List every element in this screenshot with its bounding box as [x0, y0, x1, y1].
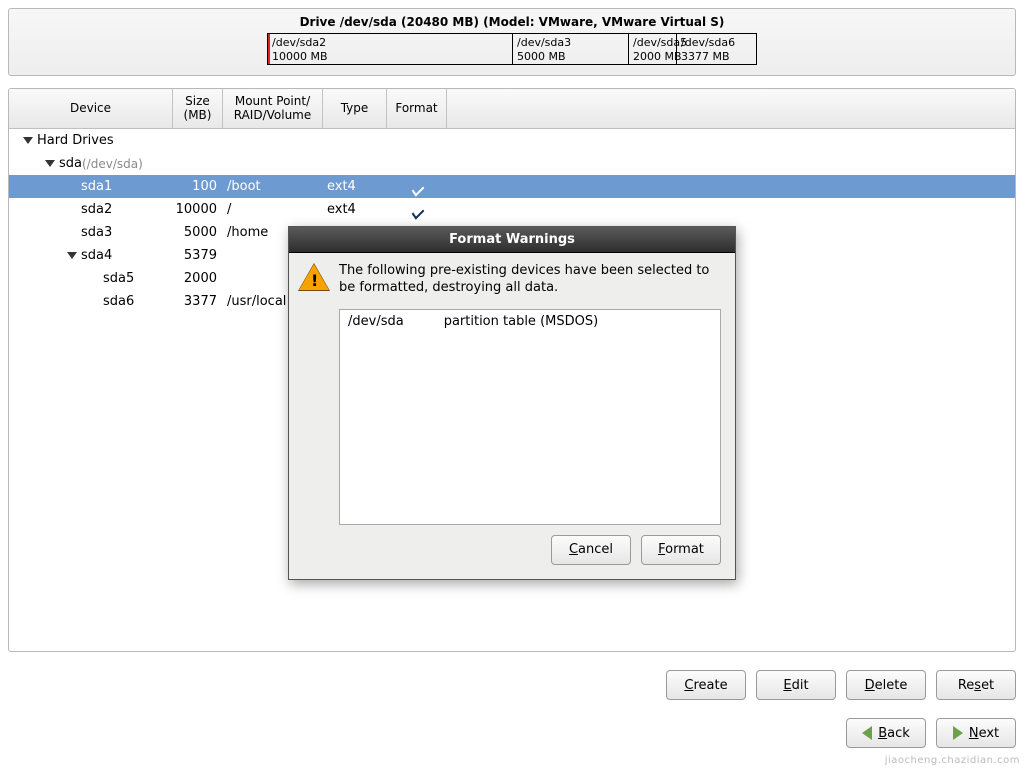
row-mount: /boot	[223, 179, 323, 194]
drive-summary-title: Drive /dev/sda (20480 MB) (Model: VMware…	[300, 15, 725, 29]
partition-map-segment[interactable]: /dev/sda52000 MB	[628, 34, 676, 64]
row-label: sda1	[81, 179, 112, 194]
column-header-type[interactable]: Type	[323, 89, 387, 128]
column-header-size[interactable]: Size(MB)	[173, 89, 223, 128]
dialog-message: The following pre-existing devices have …	[339, 263, 721, 297]
row-label: sda	[59, 156, 82, 171]
format-button[interactable]: Format	[641, 535, 721, 565]
dialog-title: Format Warnings	[449, 232, 575, 247]
row-label: sda5	[103, 271, 134, 286]
column-header-format[interactable]: Format	[387, 89, 447, 128]
column-header-device[interactable]: Device	[9, 89, 173, 128]
row-size: 5000	[173, 225, 223, 240]
dialog-device-row[interactable]: /dev/sda partition table (MSDOS)	[348, 314, 712, 329]
dialog-titlebar[interactable]: Format Warnings	[289, 227, 735, 253]
row-label: Hard Drives	[37, 133, 114, 148]
column-header-row: Device Size(MB) Mount Point/RAID/Volume …	[9, 89, 1015, 129]
row-hint: (/dev/sda)	[82, 157, 143, 171]
dialog-device-name: /dev/sda	[348, 314, 404, 329]
column-header-mount[interactable]: Mount Point/RAID/Volume	[223, 89, 323, 128]
next-button[interactable]: Next	[936, 718, 1016, 748]
partition-map-segment[interactable]: /dev/sda35000 MB	[512, 34, 628, 64]
expander-icon[interactable]	[67, 252, 77, 259]
row-label: sda4	[81, 248, 112, 263]
row-format	[387, 202, 447, 218]
dialog-action-row: Cancel Format	[289, 535, 735, 579]
partition-action-row: Create Edit Delete Reset	[666, 670, 1016, 700]
cancel-button[interactable]: Cancel	[551, 535, 631, 565]
row-format	[387, 179, 447, 195]
dialog-device-list[interactable]: /dev/sda partition table (MSDOS)	[339, 309, 721, 525]
edit-button[interactable]: Edit	[756, 670, 836, 700]
arrow-right-icon	[953, 726, 963, 740]
expander-icon[interactable]	[23, 137, 33, 144]
wizard-nav-row: Back Next	[846, 718, 1016, 748]
expander-icon[interactable]	[45, 160, 55, 167]
row-size: 5379	[173, 248, 223, 263]
partition-row[interactable]: sda1 100/bootext4	[9, 175, 1015, 198]
column-header-spacer	[447, 89, 1015, 128]
delete-button[interactable]: Delete	[846, 670, 926, 700]
tree-group-row[interactable]: sda (/dev/sda)	[9, 152, 1015, 175]
row-label: sda2	[81, 202, 112, 217]
create-button[interactable]: Create	[666, 670, 746, 700]
warning-icon: !	[299, 263, 329, 293]
row-mount: /	[223, 202, 323, 217]
row-label: sda3	[81, 225, 112, 240]
partition-row[interactable]: sda2 10000/ext4	[9, 198, 1015, 221]
partition-map-segment[interactable]: /dev/sda63377 MB	[676, 34, 756, 64]
row-type: ext4	[323, 179, 387, 194]
watermark-text: jiaocheng.chazidian.com	[885, 755, 1020, 766]
drive-partition-map[interactable]: /dev/sda210000 MB/dev/sda35000 MB/dev/sd…	[267, 33, 757, 65]
row-size: 100	[173, 179, 223, 194]
row-type: ext4	[323, 202, 387, 217]
format-warnings-dialog: Format Warnings ! The following pre-exis…	[288, 226, 736, 580]
arrow-left-icon	[862, 726, 872, 740]
back-button[interactable]: Back	[846, 718, 926, 748]
row-size: 2000	[173, 271, 223, 286]
dialog-device-desc: partition table (MSDOS)	[444, 314, 598, 329]
row-size: 3377	[173, 294, 223, 309]
tree-group-row[interactable]: Hard Drives	[9, 129, 1015, 152]
drive-summary-panel: Drive /dev/sda (20480 MB) (Model: VMware…	[8, 8, 1016, 76]
partition-map-segment[interactable]: /dev/sda210000 MB	[268, 34, 512, 64]
row-size: 10000	[173, 202, 223, 217]
checkmark-icon	[409, 179, 425, 195]
reset-button[interactable]: Reset	[936, 670, 1016, 700]
checkmark-icon	[409, 202, 425, 218]
row-label: sda6	[103, 294, 134, 309]
